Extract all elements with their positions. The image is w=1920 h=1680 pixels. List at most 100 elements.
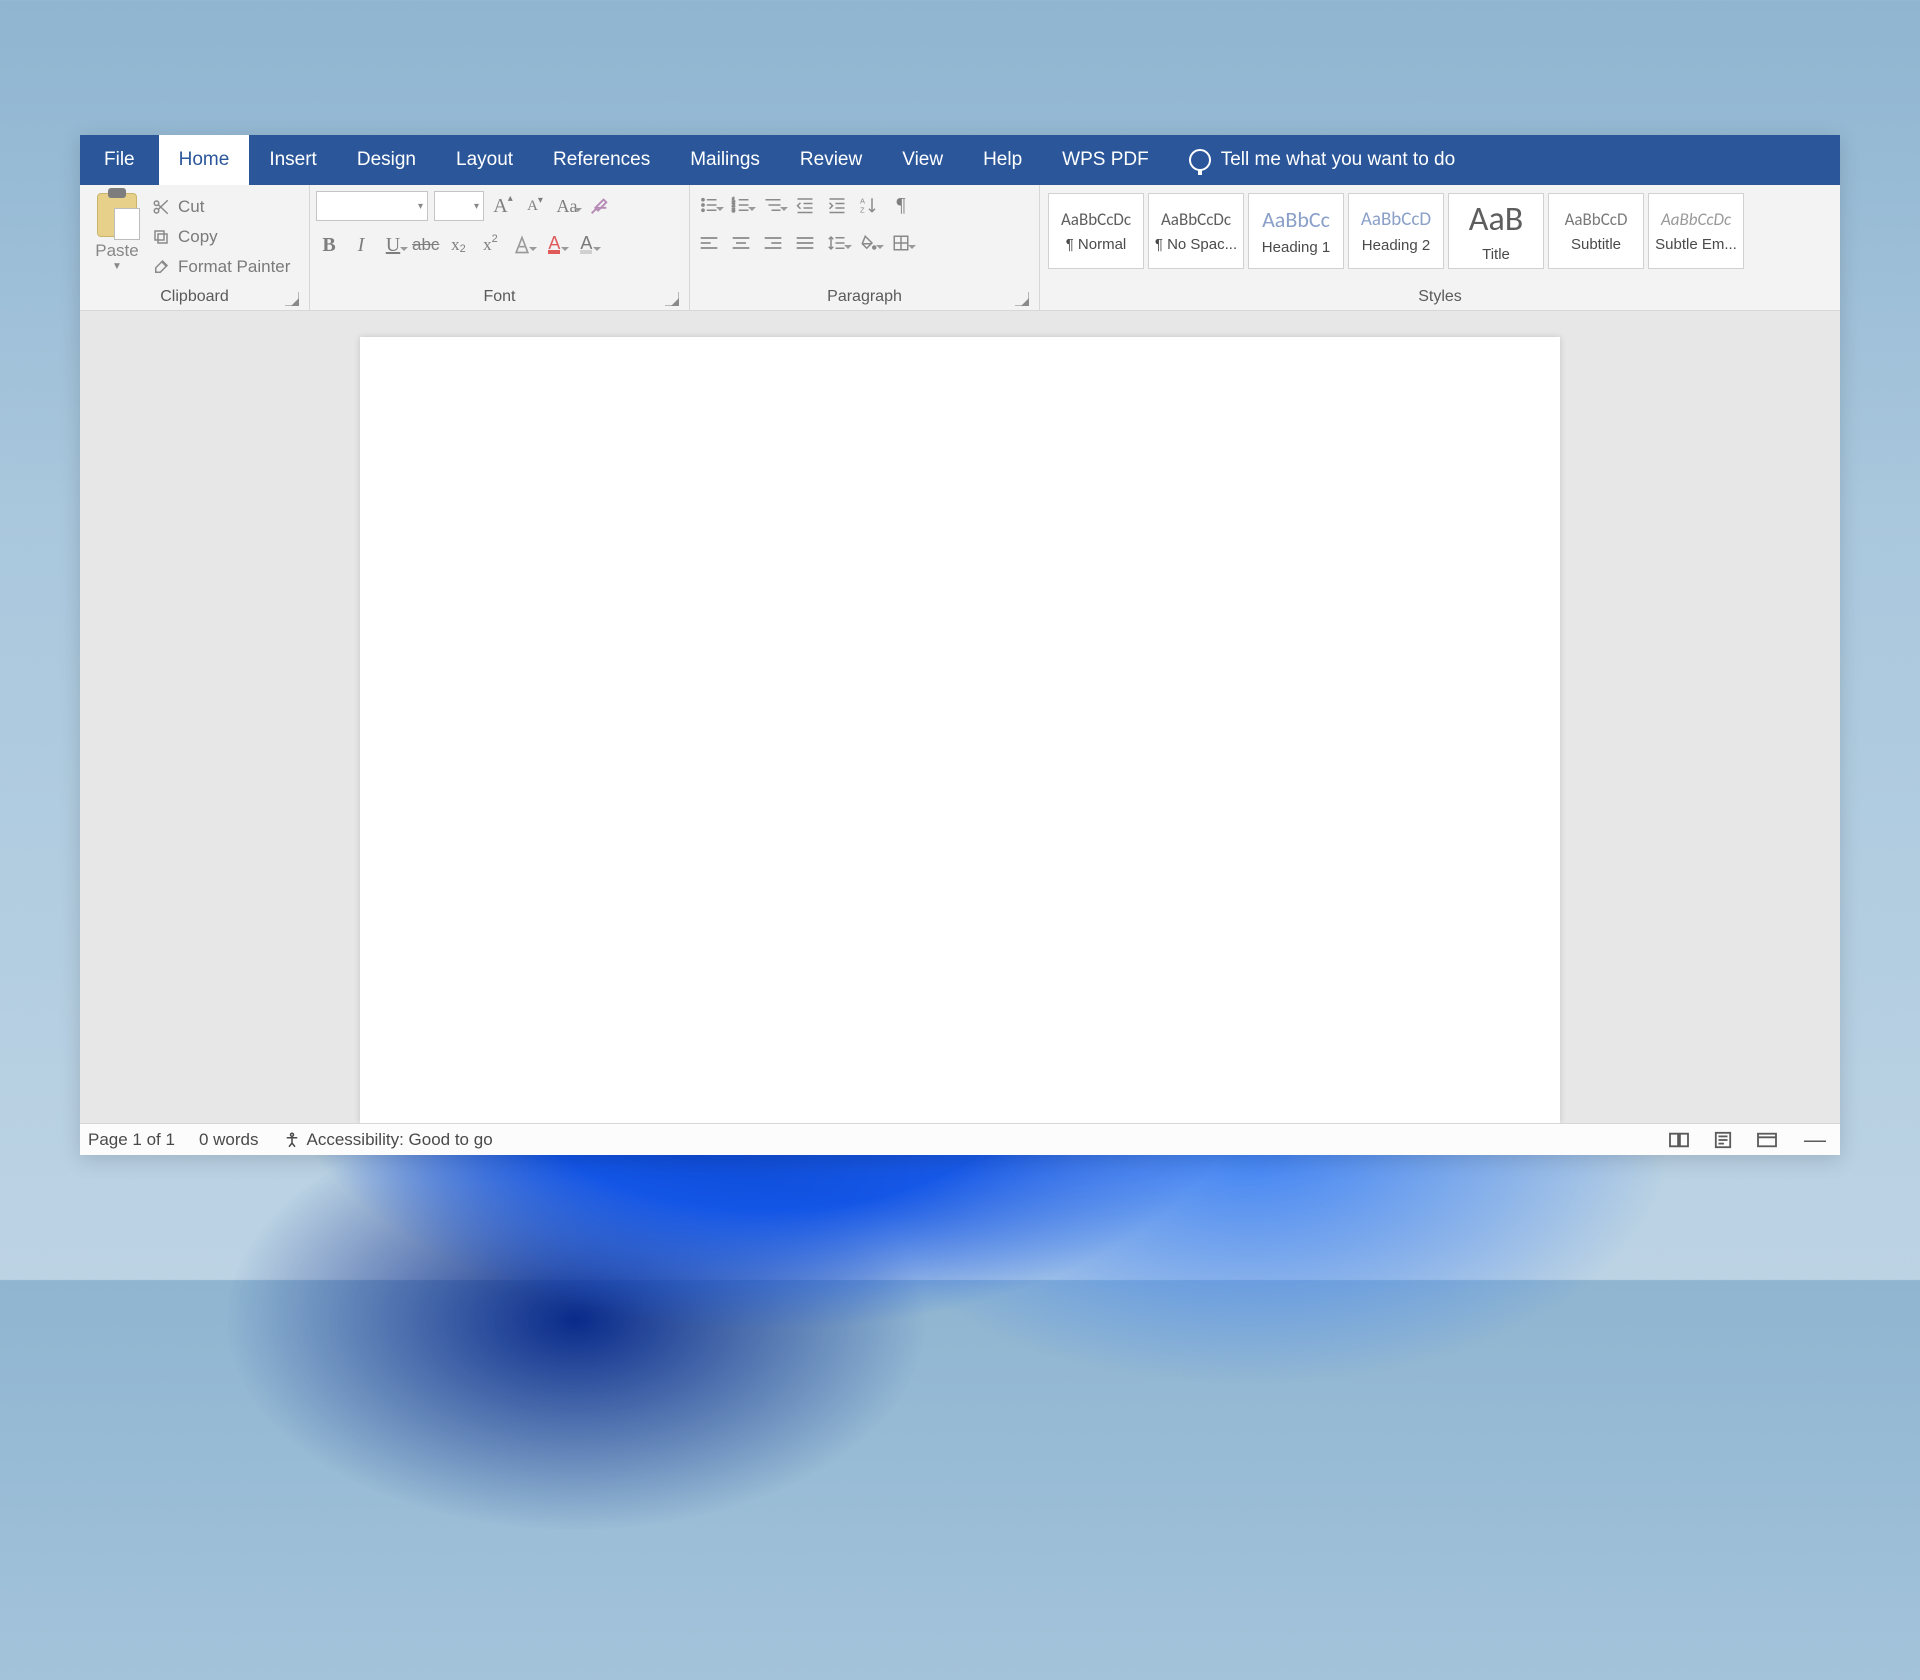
align-right-button[interactable] [760, 229, 786, 257]
clipboard-dialog-launcher[interactable] [285, 292, 299, 306]
view-read-mode-button[interactable] [1666, 1130, 1692, 1150]
line-spacing-button[interactable] [824, 229, 850, 257]
svg-text:A: A [860, 197, 865, 206]
tab-references[interactable]: References [533, 135, 670, 185]
tab-wps-pdf[interactable]: WPS PDF [1042, 135, 1169, 185]
italic-button[interactable]: I [348, 231, 374, 259]
group-clipboard-label: Clipboard [160, 288, 228, 305]
increase-indent-button[interactable] [824, 191, 850, 219]
tab-insert[interactable]: Insert [249, 135, 337, 185]
style-preview: AaBbCcDc [1661, 209, 1731, 230]
bullets-button[interactable] [696, 191, 722, 219]
tab-mailings[interactable]: Mailings [670, 135, 780, 185]
status-word-count[interactable]: 0 words [199, 1130, 259, 1150]
style-item-heading-1[interactable]: AaBbCcHeading 1 [1248, 193, 1344, 269]
group-clipboard: Paste ▼ Cut Copy [80, 185, 310, 310]
group-font-label: Font [483, 288, 515, 305]
paste-dropdown-caret[interactable]: ▼ [112, 261, 122, 272]
clear-formatting-button[interactable] [586, 192, 612, 220]
copy-button[interactable]: Copy [148, 225, 294, 249]
superscript-button[interactable]: x2 [477, 231, 503, 259]
grow-font-button[interactable]: A▴ [490, 192, 516, 220]
multilevel-list-button[interactable] [760, 191, 786, 219]
cut-label: Cut [178, 197, 204, 217]
group-paragraph: 123 AZ ¶ [690, 185, 1040, 310]
numbering-button[interactable]: 123 [728, 191, 754, 219]
status-accessibility-label: Accessibility: Good to go [307, 1130, 493, 1150]
style-name-label: Subtitle [1571, 236, 1621, 253]
style-name-label: ¶ No Spac... [1155, 236, 1237, 253]
shrink-font-button[interactable]: A▾ [522, 192, 548, 220]
document-page[interactable] [360, 337, 1560, 1123]
style-item--no-spac-[interactable]: AaBbCcDc ¶ No Spac... [1148, 193, 1244, 269]
subscript-button[interactable]: x2 [445, 231, 471, 259]
paintbrush-icon [152, 258, 170, 276]
show-hide-paragraph-marks-button[interactable]: ¶ [888, 191, 914, 219]
paste-label: Paste [95, 241, 138, 261]
style-preview: AaBbCc [1262, 206, 1330, 233]
decrease-indent-button[interactable] [792, 191, 818, 219]
status-accessibility[interactable]: Accessibility: Good to go [283, 1130, 493, 1150]
document-area[interactable] [80, 311, 1840, 1123]
word-window: File Home Insert Design Layout Reference… [80, 135, 1840, 1155]
tab-file[interactable]: File [80, 135, 159, 185]
cut-button[interactable]: Cut [148, 195, 294, 219]
justify-button[interactable] [792, 229, 818, 257]
text-effects-button[interactable] [509, 231, 535, 259]
style-name-label: ¶ Normal [1066, 236, 1127, 253]
font-dialog-launcher[interactable] [665, 292, 679, 306]
align-center-button[interactable] [728, 229, 754, 257]
highlight-color-button[interactable]: A [541, 231, 567, 259]
group-styles: AaBbCcDc¶ NormalAaBbCcDc¶ No Spac...AaBb… [1040, 185, 1840, 310]
style-preview: AaBbCcDc [1161, 209, 1231, 230]
styles-gallery[interactable]: AaBbCcDc¶ NormalAaBbCcDc¶ No Spac...AaBb… [1046, 191, 1746, 269]
sort-button[interactable]: AZ [856, 191, 882, 219]
tab-view[interactable]: View [882, 135, 963, 185]
status-page[interactable]: Page 1 of 1 [88, 1130, 175, 1150]
align-left-button[interactable] [696, 229, 722, 257]
style-preview: AaBbCcDc [1061, 209, 1131, 230]
format-painter-button[interactable]: Format Painter [148, 255, 294, 279]
tell-me-placeholder: Tell me what you want to do [1221, 149, 1455, 171]
view-print-layout-button[interactable] [1710, 1130, 1736, 1150]
paragraph-dialog-launcher[interactable] [1015, 292, 1029, 306]
strikethrough-button[interactable]: abc [412, 231, 439, 259]
copy-icon [152, 228, 170, 246]
group-font: ▾ ▾ A▴ A▾ Aa B I U abc x2 [310, 185, 690, 310]
scissors-icon [152, 198, 170, 216]
tab-layout[interactable]: Layout [436, 135, 533, 185]
ribbon: Paste ▼ Cut Copy [80, 185, 1840, 311]
underline-button[interactable]: U [380, 231, 406, 259]
paste-button[interactable]: Paste ▼ [86, 191, 148, 272]
style-name-label: Heading 2 [1362, 237, 1430, 254]
tab-design[interactable]: Design [337, 135, 436, 185]
copy-label: Copy [178, 227, 218, 247]
zoom-out-button[interactable]: — [1798, 1127, 1832, 1153]
svg-text:3: 3 [732, 208, 735, 214]
tab-help[interactable]: Help [963, 135, 1042, 185]
ribbon-tabstrip: File Home Insert Design Layout Reference… [80, 135, 1840, 185]
style-preview: AaB [1469, 199, 1523, 240]
group-paragraph-label: Paragraph [827, 288, 902, 305]
bold-button[interactable]: B [316, 231, 342, 259]
style-item-heading-2[interactable]: AaBbCcDHeading 2 [1348, 193, 1444, 269]
borders-button[interactable] [888, 229, 914, 257]
style-item--normal[interactable]: AaBbCcDc ¶ Normal [1048, 193, 1144, 269]
style-item-subtitle[interactable]: AaBbCcD Subtitle [1548, 193, 1644, 269]
tab-review[interactable]: Review [780, 135, 882, 185]
tab-home[interactable]: Home [159, 135, 250, 185]
style-name-label: Subtle Em... [1655, 236, 1737, 253]
view-web-layout-button[interactable] [1754, 1130, 1780, 1150]
shading-button[interactable] [856, 229, 882, 257]
style-item-subtle-em-[interactable]: AaBbCcDc Subtle Em... [1648, 193, 1744, 269]
svg-text:Z: Z [860, 206, 865, 215]
style-preview: AaBbCcD [1565, 209, 1628, 230]
font-name-combo[interactable]: ▾ [316, 191, 428, 221]
tell-me-search[interactable]: Tell me what you want to do [1169, 135, 1475, 185]
font-size-combo[interactable]: ▾ [434, 191, 484, 221]
style-name-label: Title [1482, 246, 1510, 263]
style-item-title[interactable]: AaB Title [1448, 193, 1544, 269]
change-case-button[interactable]: Aa [554, 192, 580, 220]
lightbulb-icon [1189, 149, 1211, 171]
font-color-button[interactable]: A [573, 231, 599, 259]
